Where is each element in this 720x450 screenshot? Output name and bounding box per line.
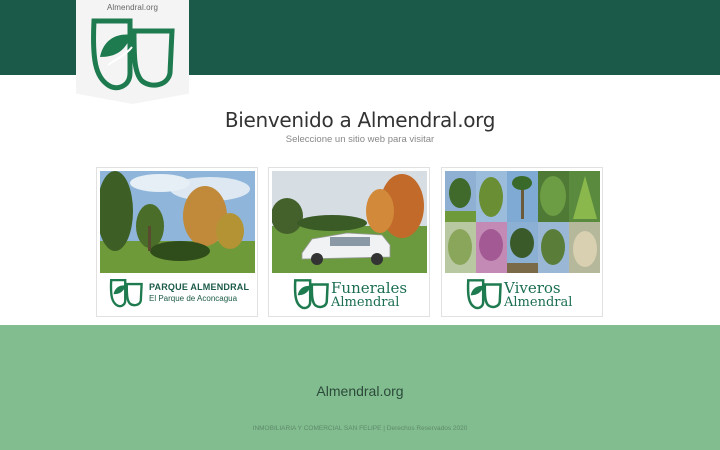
card-title: PARQUE ALMENDRAL <box>149 282 250 292</box>
nursery-collage-photo <box>445 171 600 273</box>
hearse-photo <box>272 171 427 273</box>
card-funerales-almendral[interactable]: Funerales Almendral <box>268 167 430 317</box>
park-photo <box>100 171 255 273</box>
almendral-leaf-logo-icon <box>466 279 502 310</box>
card-subtitle: Almendral <box>331 295 400 310</box>
card-subtitle: El Parque de Aconcagua <box>149 294 238 303</box>
footer: Almendral.org INMOBILIARIA Y COMERCIAL S… <box>0 325 720 450</box>
card-brand: Funerales Almendral <box>269 273 429 315</box>
card-brand: Viveros Almendral <box>442 273 602 315</box>
almendral-leaf-logo-icon <box>109 278 143 308</box>
footer-site-link[interactable]: Almendral.org <box>0 383 720 399</box>
page-subtitle: Seleccione un sitio web para visitar <box>285 134 435 145</box>
card-subtitle: Almendral <box>504 295 573 310</box>
page-title: Bienvenido a Almendral.org <box>224 108 496 132</box>
logo-text: Almendral.org <box>106 3 159 12</box>
card-brand: PARQUE ALMENDRAL El Parque de Aconcagua <box>97 273 257 315</box>
footer-copyright: INMOBILIARIA Y COMERCIAL SAN FELIPE | De… <box>252 425 468 432</box>
site-logo[interactable]: Almendral.org <box>76 0 189 104</box>
almendral-leaf-logo-icon <box>293 279 329 310</box>
almendral-leaf-logo-icon <box>91 18 175 91</box>
card-parque-almendral[interactable]: PARQUE ALMENDRAL El Parque de Aconcagua <box>96 167 258 317</box>
card-viveros-almendral[interactable]: Viveros Almendral <box>441 167 603 317</box>
